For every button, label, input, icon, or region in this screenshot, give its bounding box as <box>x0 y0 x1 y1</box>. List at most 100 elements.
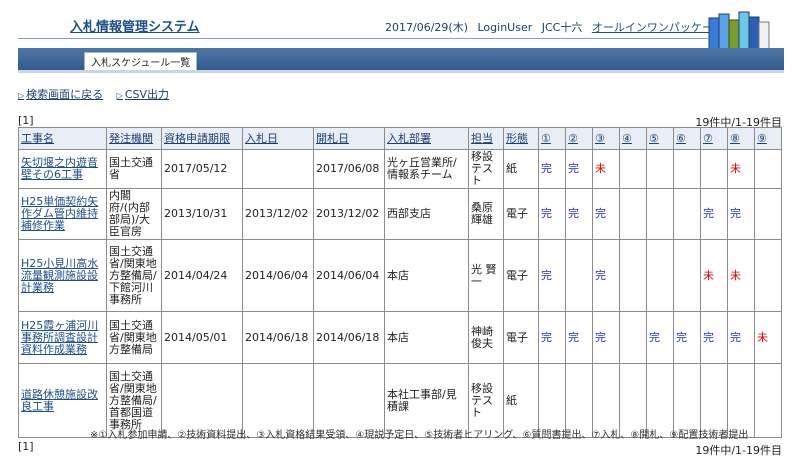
status-mark-cell: 完 <box>538 311 566 364</box>
status-mark-cell: 完 <box>565 188 593 240</box>
status-mark-cell: 完 <box>673 311 701 364</box>
company-name: JCC十六 <box>541 21 583 34</box>
col-header-agency[interactable]: 発注機関 <box>106 127 162 150</box>
deadline-cell: 2014/05/01 <box>161 311 243 364</box>
col-header-bid-date[interactable]: 入札日 <box>242 127 314 150</box>
status-mark-cell: 完 <box>565 149 593 189</box>
dept-cell: 西部支店 <box>384 188 469 240</box>
status-mark-cell: 完 <box>565 311 593 364</box>
schedule-table: 工事名 発注機関 資格申請期限 入札日 開札日 入札部署 担当 形態 ① ② ③ ④ ⑤ ⑥ ⑦ ⑧ ⑨ 矢切堰… <box>18 127 782 438</box>
form-cell: 電子 <box>503 311 539 364</box>
status-mark-cell: 完 <box>538 188 566 240</box>
status-mark-cell <box>646 149 674 189</box>
status-mark-cell <box>646 188 674 240</box>
col-header-step6[interactable]: ⑥ <box>673 127 701 150</box>
table-row: H25霞ヶ浦河川事務所調査設計資料作成業務 国土交通省/関東地方整備局 2014/0… <box>18 311 782 364</box>
open-date-cell: 2014/06/04 <box>313 239 385 312</box>
status-mark-cell: 完 <box>592 239 620 312</box>
deadline-cell: 2017/05/12 <box>161 149 243 189</box>
status-mark-cell <box>754 149 782 189</box>
back-to-search-link[interactable]: ▷ 検索画面に戻る <box>18 88 103 101</box>
status-mark-cell: 完 <box>727 311 755 364</box>
deadline-cell: 2014/04/24 <box>161 239 243 312</box>
bid-date-cell: 2014/06/18 <box>242 311 314 364</box>
pager-top[interactable]: [1] <box>18 114 34 127</box>
triangle-right-icon: ▷ <box>116 91 123 100</box>
status-mark-cell <box>754 188 782 240</box>
person-cell: 光 賢一 <box>468 239 504 312</box>
col-header-open-date[interactable]: 開札日 <box>313 127 385 150</box>
status-mark-cell <box>619 311 647 364</box>
status-mark-cell <box>646 239 674 312</box>
status-mark-cell: 完 <box>727 188 755 240</box>
tab-underline <box>18 70 784 73</box>
col-header-step7[interactable]: ⑦ <box>700 127 728 150</box>
col-header-step2[interactable]: ② <box>565 127 593 150</box>
status-mark-cell: 完 <box>538 149 566 189</box>
status-mark-cell: 未 <box>592 149 620 189</box>
bid-date-cell <box>242 149 314 189</box>
open-date-cell: 2013/12/02 <box>313 188 385 240</box>
app-header: 入札情報管理システム 2017/06/29(木) LoginUser JCC十六… <box>0 0 800 43</box>
tab-bid-schedule[interactable]: 入札スケジュール一覧 <box>84 52 198 70</box>
status-mark-cell <box>619 188 647 240</box>
col-header-step4[interactable]: ④ <box>619 127 647 150</box>
status-mark-cell: 完 <box>700 311 728 364</box>
tab-bar: 入札スケジュール一覧 <box>18 48 784 70</box>
col-header-deadline[interactable]: 資格申請期限 <box>161 127 243 150</box>
dept-cell: 本店 <box>384 311 469 364</box>
status-mark-cell <box>754 363 782 438</box>
bid-date-cell: 2014/06/04 <box>242 239 314 312</box>
status-mark-cell: 未 <box>727 239 755 312</box>
app-title-link[interactable]: 入札情報管理システム <box>70 16 200 35</box>
table-header-row: 工事名 発注機関 資格申請期限 入札日 開札日 入札部署 担当 形態 ① ② ③ ④ ⑤ ⑥ ⑦ ⑧ ⑨ <box>18 127 782 150</box>
open-date-cell: 2014/06/18 <box>313 311 385 364</box>
project-name-link[interactable]: H25小見川高水流量観測施設設計業務 <box>18 239 107 312</box>
status-mark-cell: 完 <box>700 188 728 240</box>
col-header-dept[interactable]: 入札部署 <box>384 127 469 150</box>
status-mark-cell <box>673 149 701 189</box>
header-divider <box>18 38 708 39</box>
pager-bottom[interactable]: [1] <box>18 440 34 453</box>
open-date-cell: 2017/06/08 <box>313 149 385 189</box>
status-mark-cell: 未 <box>700 239 728 312</box>
action-links: ▷ 検索画面に戻る ▷ CSV出力 <box>18 86 179 102</box>
col-header-form[interactable]: 形態 <box>503 127 539 150</box>
agency-cell: 内閣府/(内部部局)/大臣官房 <box>106 188 162 240</box>
status-mark-cell: 未 <box>754 311 782 364</box>
form-cell: 電子 <box>503 239 539 312</box>
result-count-bottom: 19件中/1-19件目 <box>695 444 782 457</box>
dept-cell: 本店 <box>384 239 469 312</box>
form-cell: 紙 <box>503 149 539 189</box>
deadline-cell: 2013/10/31 <box>161 188 243 240</box>
col-header-name[interactable]: 工事名 <box>18 127 107 150</box>
col-header-step5[interactable]: ⑤ <box>646 127 674 150</box>
col-header-person[interactable]: 担当 <box>468 127 504 150</box>
agency-cell: 国土交通省 <box>106 149 162 189</box>
project-name-link[interactable]: H25単価契約矢作ダム管内維持補修作業 <box>18 188 107 240</box>
status-mark-cell: 完 <box>538 239 566 312</box>
status-mark-cell: 完 <box>646 311 674 364</box>
agency-cell: 国土交通省/関東地方整備局/下館河川事務所 <box>106 239 162 312</box>
col-header-step8[interactable]: ⑧ <box>727 127 755 150</box>
person-cell: 桑原 輝雄 <box>468 188 504 240</box>
project-name-link[interactable]: 矢切堰之内遊音壁その6工事 <box>18 149 107 189</box>
status-mark-cell <box>700 149 728 189</box>
bid-date-cell: 2013/12/02 <box>242 188 314 240</box>
legend-footnote: ※①入札参加申請、②技術資料提出、③入札資格結果受領、④現説予定日、⑤技術者ヒア… <box>90 430 749 441</box>
col-header-step9[interactable]: ⑨ <box>754 127 782 150</box>
project-name-link[interactable]: H25霞ヶ浦河川事務所調査設計資料作成業務 <box>18 311 107 364</box>
col-header-step1[interactable]: ① <box>538 127 566 150</box>
person-cell: 神崎 俊夫 <box>468 311 504 364</box>
agency-cell: 国土交通省/関東地方整備局 <box>106 311 162 364</box>
triangle-right-icon: ▷ <box>18 91 25 100</box>
status-mark-cell <box>619 239 647 312</box>
form-cell: 電子 <box>503 188 539 240</box>
dept-cell: 光ヶ丘営業所/情報系チーム <box>384 149 469 189</box>
status-mark-cell: 未 <box>727 149 755 189</box>
status-mark-cell <box>619 149 647 189</box>
status-mark-cell <box>754 239 782 312</box>
csv-export-link[interactable]: ▷ CSV出力 <box>117 88 169 101</box>
col-header-step3[interactable]: ③ <box>592 127 620 150</box>
status-mark-cell: 完 <box>592 311 620 364</box>
